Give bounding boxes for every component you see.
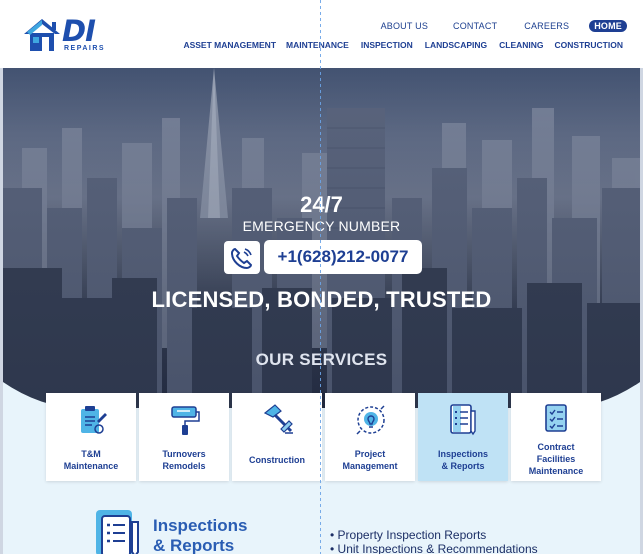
phone-number[interactable]: +1(628)212-0077 [264, 247, 422, 267]
nav-contact[interactable]: CONTACT [453, 21, 497, 31]
service-label: Construction [249, 455, 305, 465]
nav-maintenance[interactable]: MAINTENANCE [286, 40, 349, 50]
service-card-project-management[interactable]: Project Management [325, 393, 415, 481]
detail-bullet-list: • Property Inspection Reports • Unit Ins… [330, 528, 538, 554]
clipboard-tools-icon [81, 406, 107, 434]
detail-title: Inspections & Reports [153, 516, 248, 554]
list-item: • Property Inspection Reports [330, 528, 487, 542]
main-navigation: ASSET MANAGEMENT MAINTENANCE INSPECTION … [183, 40, 623, 50]
list-item: • Unit Inspections & Recommendations [330, 542, 538, 554]
logo-text: DI [62, 14, 96, 48]
nav-inspection[interactable]: INSPECTION [361, 40, 413, 50]
page-edge [0, 68, 3, 554]
hammer-icon [263, 404, 293, 434]
document-checklist-icon [545, 404, 567, 432]
nav-landscaping[interactable]: LANDSCAPING [425, 40, 487, 50]
service-card-inspections-reports[interactable]: Inspections & Reports [418, 393, 508, 481]
service-label: Turnovers Remodels [162, 449, 206, 471]
service-label: T&M Maintenance [63, 449, 119, 471]
site-logo[interactable]: DI REPAIRS [22, 14, 106, 54]
nav-cleaning[interactable]: CLEANING [499, 40, 543, 50]
center-guide-line [320, 0, 321, 554]
services-cards: T&M Maintenance Turnovers Remodels Constru… [46, 393, 601, 481]
nav-construction[interactable]: CONSTRUCTION [555, 40, 623, 50]
phone-icon-button[interactable] [224, 241, 260, 274]
hero-subtitle: EMERGENCY NUMBER [242, 218, 401, 234]
hero-tagline: LICENSED, BONDED, TRUSTED [151, 287, 492, 312]
service-label: Inspections & Reports [437, 449, 488, 471]
service-label: Contract Facilities Maintenance [528, 442, 584, 476]
service-card-construction[interactable]: Construction [232, 393, 322, 481]
service-card-turnovers-remodels[interactable]: Turnovers Remodels [139, 393, 229, 481]
top-navigation: ABOUT US CONTACT CAREERS HOME [381, 20, 627, 32]
house-logo-icon [24, 19, 60, 51]
phone-icon [230, 247, 253, 270]
nav-home[interactable]: HOME [589, 20, 627, 32]
site-header: DI REPAIRS ABOUT US CONTACT CAREERS HOME… [0, 0, 643, 68]
hero-title: 24/7 [300, 192, 343, 217]
logo-subtext: REPAIRS [64, 45, 106, 52]
service-card-tm-maintenance[interactable]: T&M Maintenance [46, 393, 136, 481]
service-card-contract-facilities-maintenance[interactable]: Contract Facilities Maintenance [511, 393, 601, 481]
nav-about-us[interactable]: ABOUT US [381, 21, 428, 31]
service-label: Project Management [342, 449, 398, 471]
paint-roller-icon [171, 406, 200, 435]
checklist-pen-icon [96, 510, 139, 554]
nav-asset-management[interactable]: ASSET MANAGEMENT [183, 40, 276, 50]
lightbulb-gear-icon [356, 405, 385, 435]
checklist-pen-icon [450, 404, 476, 436]
nav-careers[interactable]: CAREERS [524, 21, 569, 31]
services-heading: OUR SERVICES [255, 350, 388, 369]
